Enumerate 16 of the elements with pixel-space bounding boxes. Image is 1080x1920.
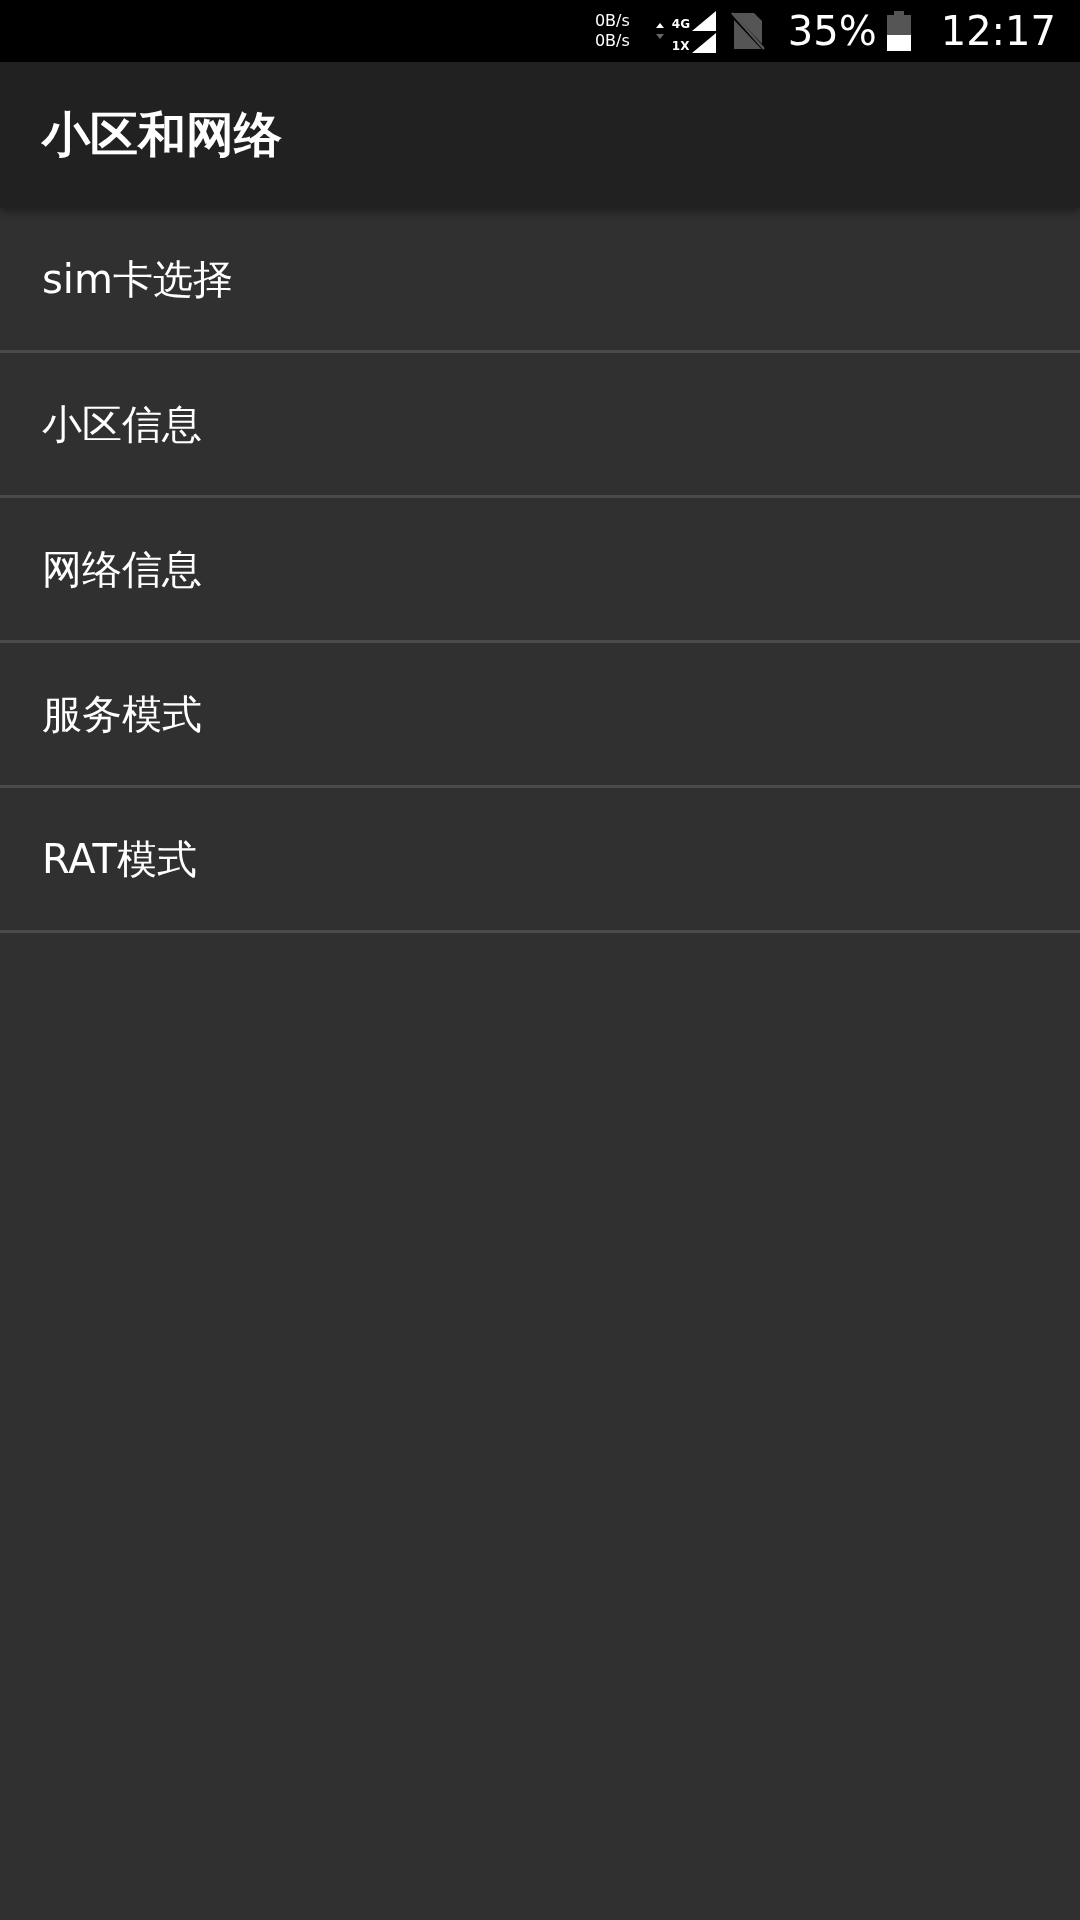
no-sim-icon — [729, 11, 766, 51]
menu-item[interactable]: RAT模式 — [0, 788, 1080, 933]
signal-icon — [691, 33, 716, 53]
menu-item[interactable]: 服务模式 — [0, 643, 1080, 788]
battery-icon — [886, 11, 911, 51]
signal-icon — [691, 11, 716, 31]
upload-rate: 0B/s — [594, 11, 630, 31]
menu-item[interactable]: 网络信息 — [0, 498, 1080, 643]
menu-item[interactable]: 小区信息 — [0, 353, 1080, 498]
battery-percent: 35% — [787, 8, 877, 54]
download-rate: 0B/s — [594, 31, 630, 51]
network-type: 4G — [671, 17, 690, 31]
network-type: 1X — [671, 39, 690, 53]
menu-item[interactable]: sim卡选择 — [0, 208, 1080, 353]
screen-title: 小区和网络 — [42, 105, 282, 164]
clock: 12:17 — [940, 8, 1056, 54]
